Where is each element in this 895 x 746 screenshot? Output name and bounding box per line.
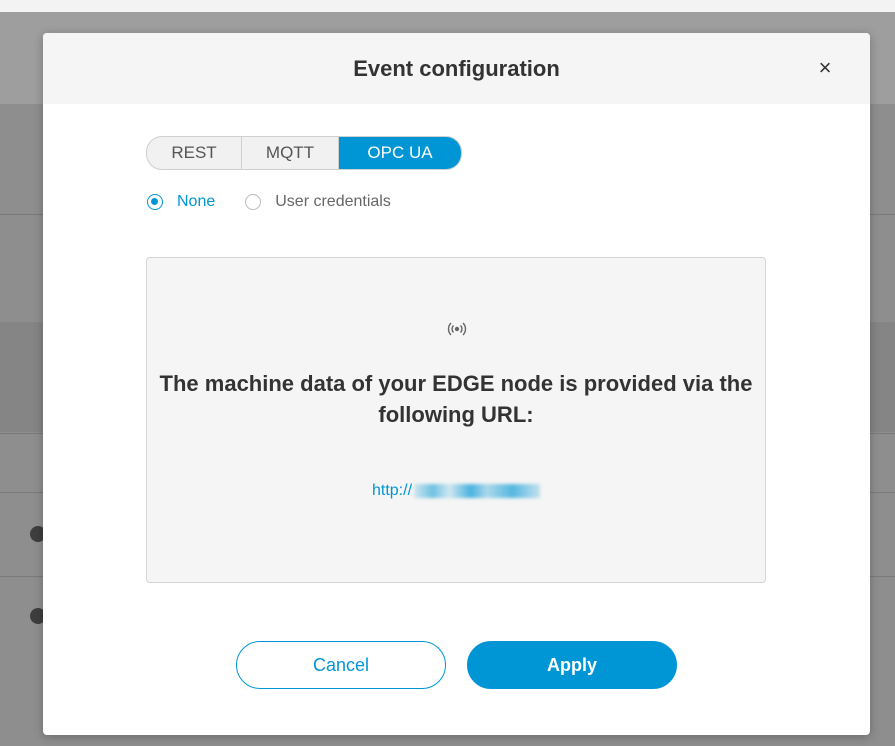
dialog-header: Event configuration × (43, 33, 870, 104)
url-info-panel: The machine data of your EDGE node is pr… (146, 257, 766, 583)
radio-button-checked[interactable] (147, 194, 163, 210)
signal-broadcast-icon (447, 322, 467, 336)
tab-rest[interactable]: REST (147, 137, 242, 169)
url-row: http:// (147, 482, 765, 500)
url-prefix: http:// (371, 482, 413, 499)
radio-button-unchecked[interactable] (245, 194, 262, 210)
radio-none[interactable]: None (147, 193, 215, 211)
radio-user-credentials-label: User credentials (275, 193, 391, 210)
dialog-title: Event configuration (353, 56, 560, 81)
event-configuration-dialog: Event configuration × REST MQTT OPC UA N… (43, 33, 870, 735)
apply-button[interactable]: Apply (467, 641, 677, 689)
radio-none-label: None (177, 193, 216, 210)
url-info-message: The machine data of your EDGE node is pr… (159, 371, 753, 427)
cancel-button[interactable]: Cancel (236, 641, 446, 689)
auth-radio-group: None User credentials (147, 191, 421, 213)
protocol-toggle: REST MQTT OPC UA (146, 136, 462, 170)
radio-user-credentials[interactable]: User credentials (245, 193, 391, 211)
background-top-bar (0, 0, 895, 12)
close-icon[interactable]: × (814, 57, 836, 79)
edge-url-link[interactable]: http:// (371, 482, 541, 499)
redacted-url-blur (414, 483, 541, 498)
tab-mqtt[interactable]: MQTT (242, 137, 339, 169)
tab-opc-ua[interactable]: OPC UA (339, 137, 461, 169)
